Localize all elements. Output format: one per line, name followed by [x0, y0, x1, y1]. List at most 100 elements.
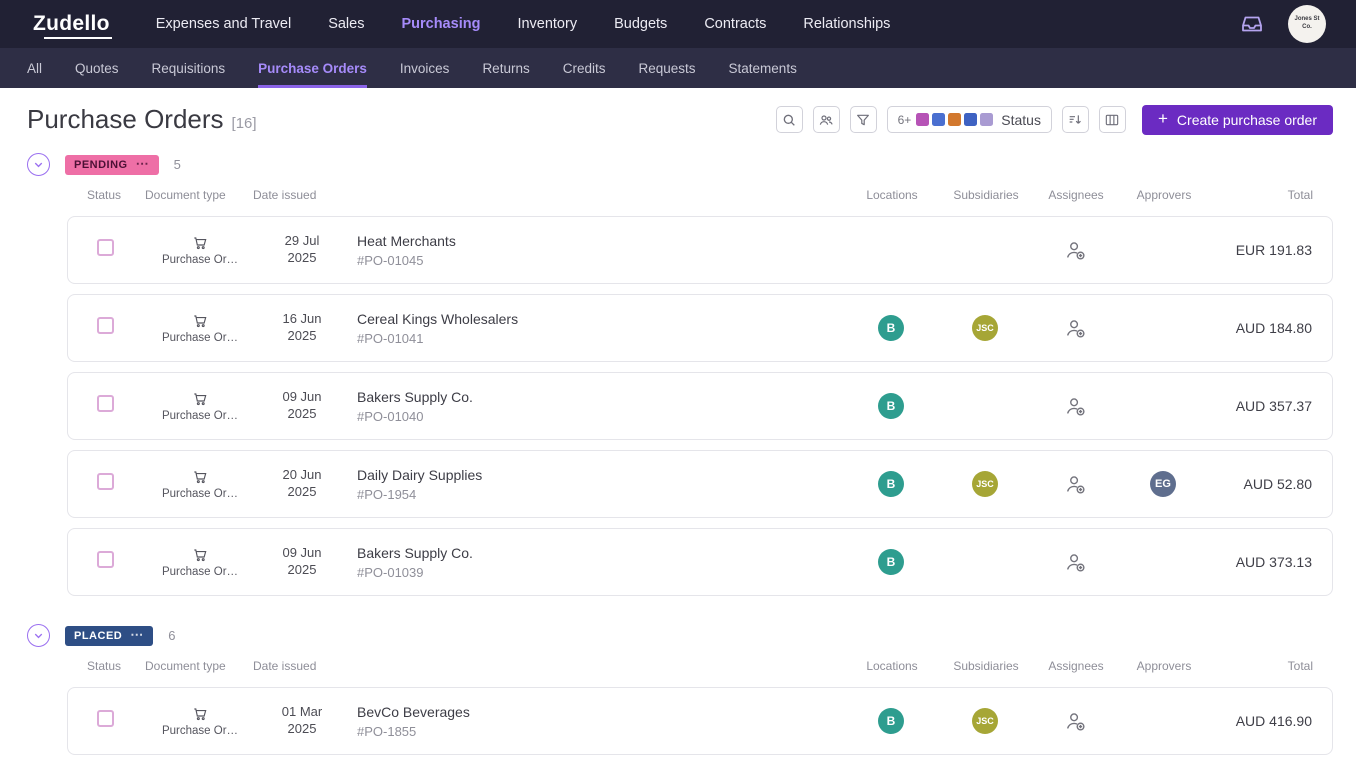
purchase-order-row[interactable]: Purchase Or… 16 Jun 2025 Cereal Kings Wh… — [67, 294, 1333, 362]
column-header: Subsidiaries — [939, 659, 1033, 673]
sub-navigation: All Quotes Requisitions Purchase Orders … — [0, 48, 1356, 88]
purchase-order-row[interactable]: Purchase Or… 20 Jun 2025 Daily Dairy Sup… — [67, 450, 1333, 518]
tab-all[interactable]: All — [27, 48, 42, 88]
row-checkbox[interactable] — [97, 551, 114, 568]
document-type-cell: Purchase Or… — [146, 235, 254, 266]
shopping-cart-icon — [192, 547, 208, 563]
date-issued-cell: 09 Jun 2025 — [254, 389, 350, 423]
row-checkbox[interactable] — [97, 317, 114, 334]
filter-button[interactable] — [850, 106, 877, 133]
po-number: #PO-1855 — [357, 724, 844, 739]
add-assignee-button[interactable] — [1062, 471, 1088, 497]
document-type-cell: Purchase Or… — [146, 391, 254, 422]
document-type-cell: Purchase Or… — [146, 313, 254, 344]
group-count: 6 — [168, 628, 175, 643]
date-line-2: 2025 — [288, 484, 317, 501]
assignees-cell — [1032, 549, 1118, 575]
person-plus-icon — [1063, 472, 1087, 496]
date-line-1: 09 Jun — [282, 389, 321, 406]
nav-item-sales[interactable]: Sales — [328, 16, 364, 32]
column-header: Status — [87, 659, 145, 673]
purchase-order-row[interactable]: Purchase Or… 01 Mar 2025 BevCo Beverages… — [67, 687, 1333, 755]
status-cell — [88, 473, 146, 495]
add-assignee-button[interactable] — [1062, 708, 1088, 734]
status-filter-label: Status — [1001, 112, 1041, 128]
tab-credits[interactable]: Credits — [563, 48, 606, 88]
group-status-badge[interactable]: PLACED ⋯ — [65, 626, 153, 646]
purchase-order-row[interactable]: Purchase Or… 29 Jul 2025 Heat Merchants … — [67, 216, 1333, 284]
status-filter-count: 6+ — [898, 113, 912, 127]
tab-purchase-orders[interactable]: Purchase Orders — [258, 48, 367, 88]
nav-item-expenses-and-travel[interactable]: Expenses and Travel — [156, 16, 291, 32]
sort-button[interactable] — [1062, 106, 1089, 133]
total-cell: AUD 184.80 — [1208, 320, 1312, 336]
document-type-cell: Purchase Or… — [146, 706, 254, 737]
date-line-1: 20 Jun — [282, 467, 321, 484]
nav-item-budgets[interactable]: Budgets — [614, 16, 667, 32]
tab-invoices[interactable]: Invoices — [400, 48, 450, 88]
assignees-cell — [1032, 471, 1118, 497]
total-cell: AUD 52.80 — [1208, 476, 1312, 492]
user-avatar[interactable]: Jones St Co. — [1288, 5, 1326, 43]
column-header: Document type — [145, 188, 253, 202]
po-number: #PO-01045 — [357, 253, 844, 268]
row-checkbox[interactable] — [97, 395, 114, 412]
total-cell: AUD 357.37 — [1208, 398, 1312, 414]
shopping-cart-icon — [192, 235, 208, 251]
date-line-2: 2025 — [288, 721, 317, 738]
document-type-label: Purchase Or… — [162, 488, 238, 500]
subsidiary-badge: JSC — [972, 708, 998, 734]
nav-item-inventory[interactable]: Inventory — [517, 16, 577, 32]
group-collapse-button[interactable] — [27, 153, 50, 176]
shopping-cart-icon — [192, 313, 208, 329]
assignees-cell — [1032, 393, 1118, 419]
add-assignee-button[interactable] — [1062, 315, 1088, 341]
row-checkbox[interactable] — [97, 710, 114, 727]
nav-item-relationships[interactable]: Relationships — [803, 16, 890, 32]
row-checkbox[interactable] — [97, 239, 114, 256]
add-assignee-button[interactable] — [1062, 237, 1088, 263]
status-filter-chip[interactable]: 6+ Status — [887, 106, 1052, 133]
search-button[interactable] — [776, 106, 803, 133]
purchase-order-row[interactable]: Purchase Or… 09 Jun 2025 Bakers Supply C… — [67, 528, 1333, 596]
add-assignee-button[interactable] — [1062, 393, 1088, 419]
total-amount: EUR 191.83 — [1236, 242, 1312, 258]
tab-statements[interactable]: Statements — [729, 48, 797, 88]
tab-requisitions[interactable]: Requisitions — [152, 48, 226, 88]
sort-icon — [1067, 112, 1083, 128]
date-line-2: 2025 — [288, 562, 317, 579]
status-group: PENDING ⋯ 5 StatusDocument typeDate issu… — [27, 153, 1333, 596]
plus-icon: + — [1158, 109, 1168, 129]
document-type-cell: Purchase Or… — [146, 469, 254, 500]
column-header: Approvers — [1119, 659, 1209, 673]
create-purchase-order-button[interactable]: + Create purchase order — [1142, 105, 1333, 135]
group-menu-dots[interactable]: ⋯ — [136, 161, 150, 168]
subsidiary-badge: JSC — [972, 315, 998, 341]
subsidiaries-cell: JSC — [938, 315, 1032, 341]
columns-button[interactable] — [1099, 106, 1126, 133]
assignees-cell — [1032, 708, 1118, 734]
group-status-badge[interactable]: PENDING ⋯ — [65, 155, 159, 175]
brand-logo[interactable]: Zudello — [33, 12, 110, 36]
tab-quotes[interactable]: Quotes — [75, 48, 119, 88]
group-menu-dots[interactable]: ⋯ — [130, 632, 144, 639]
group-collapse-button[interactable] — [27, 624, 50, 647]
status-color-swatch — [948, 113, 961, 126]
chevron-down-icon — [32, 629, 45, 642]
tab-returns[interactable]: Returns — [482, 48, 529, 88]
nav-item-contracts[interactable]: Contracts — [704, 16, 766, 32]
filter-funnel-icon — [855, 112, 871, 128]
team-filter-button[interactable] — [813, 106, 840, 133]
inbox-icon[interactable] — [1240, 12, 1264, 36]
document-type-label: Purchase Or… — [162, 410, 238, 422]
person-plus-icon — [1063, 709, 1087, 733]
add-assignee-button[interactable] — [1062, 549, 1088, 575]
locations-cell: B — [844, 393, 938, 419]
row-checkbox[interactable] — [97, 473, 114, 490]
purchase-order-row[interactable]: Purchase Or… 09 Jun 2025 Bakers Supply C… — [67, 372, 1333, 440]
total-amount: AUD 416.90 — [1236, 713, 1312, 729]
subsidiary-badge: JSC — [972, 471, 998, 497]
tab-requests[interactable]: Requests — [638, 48, 695, 88]
nav-item-purchasing[interactable]: Purchasing — [401, 16, 480, 32]
group-header: PENDING ⋯ 5 — [27, 153, 1333, 176]
